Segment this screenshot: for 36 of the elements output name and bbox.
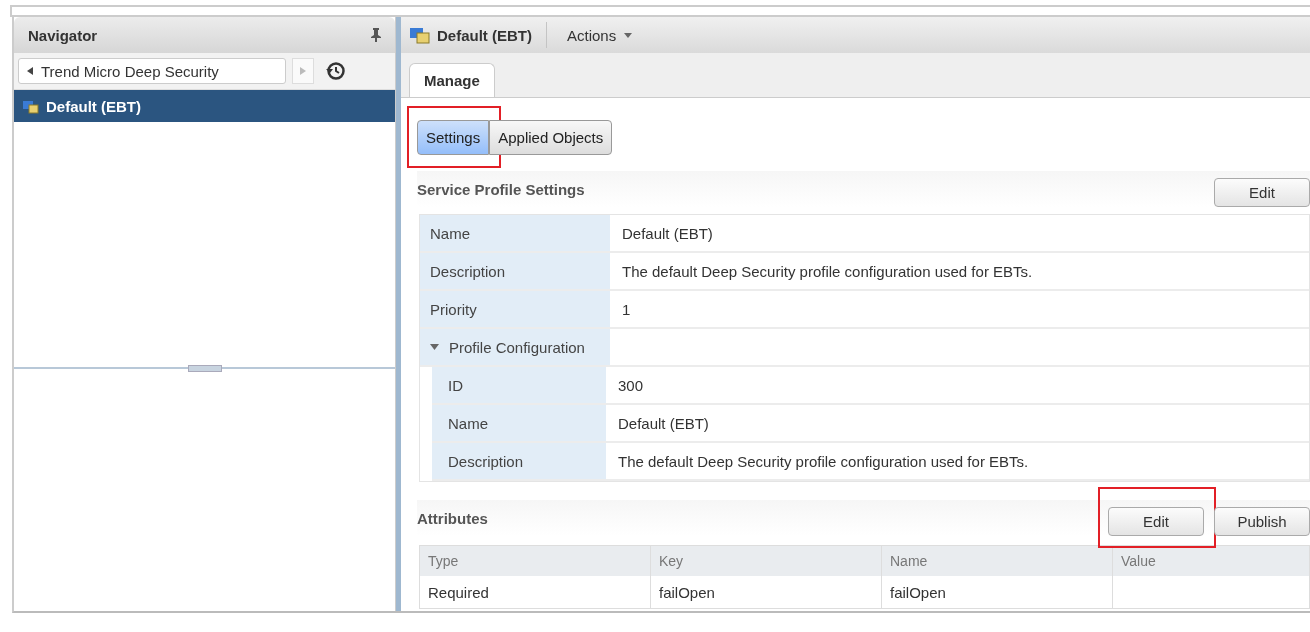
property-label: Name	[420, 215, 610, 251]
table-cell: failOpen	[651, 576, 882, 608]
section-title: Service Profile Settings	[417, 180, 585, 198]
edit-button[interactable]: Edit	[1108, 506, 1204, 536]
table-cell: failOpen	[882, 576, 1113, 608]
object-title: Default (EBT)	[437, 26, 532, 44]
profile-icon	[409, 25, 431, 45]
breadcrumb-back-button[interactable]: Trend Micro Deep Security	[18, 58, 286, 84]
property-label: Profile Configuration	[420, 329, 610, 365]
column-header[interactable]: Type	[420, 546, 651, 576]
forward-arrow-icon	[300, 67, 306, 75]
section-tab[interactable]: Settings	[417, 120, 490, 155]
column-header[interactable]: Value	[1113, 546, 1309, 576]
section-tab[interactable]: Applied Objects	[489, 120, 613, 155]
property-label: Description	[432, 443, 606, 479]
table-cell: Required	[420, 576, 651, 608]
property-label: Name	[432, 405, 606, 441]
edit-button[interactable]: Edit	[1214, 177, 1310, 207]
navigator-item[interactable]: Default (EBT)	[14, 90, 395, 122]
resize-handle[interactable]	[187, 365, 222, 372]
expand-caret-icon[interactable]	[430, 344, 439, 350]
actions-menu[interactable]: Actions	[561, 25, 639, 45]
pin-icon[interactable]	[371, 28, 381, 42]
publish-button[interactable]: Publish	[1214, 506, 1310, 536]
property-label: Priority	[420, 291, 610, 327]
column-header[interactable]: Name	[882, 546, 1113, 576]
property-label: ID	[432, 367, 606, 403]
manage-tab[interactable]: Manage	[409, 63, 495, 97]
history-icon[interactable]	[326, 61, 346, 81]
caret-icon	[624, 32, 633, 38]
navigator-title: Navigator	[28, 26, 98, 44]
profile-icon	[22, 98, 40, 114]
property-label: Description	[420, 253, 610, 289]
section-title: Attributes	[417, 509, 488, 527]
back-arrow-icon	[27, 67, 33, 75]
column-header[interactable]: Key	[651, 546, 882, 576]
